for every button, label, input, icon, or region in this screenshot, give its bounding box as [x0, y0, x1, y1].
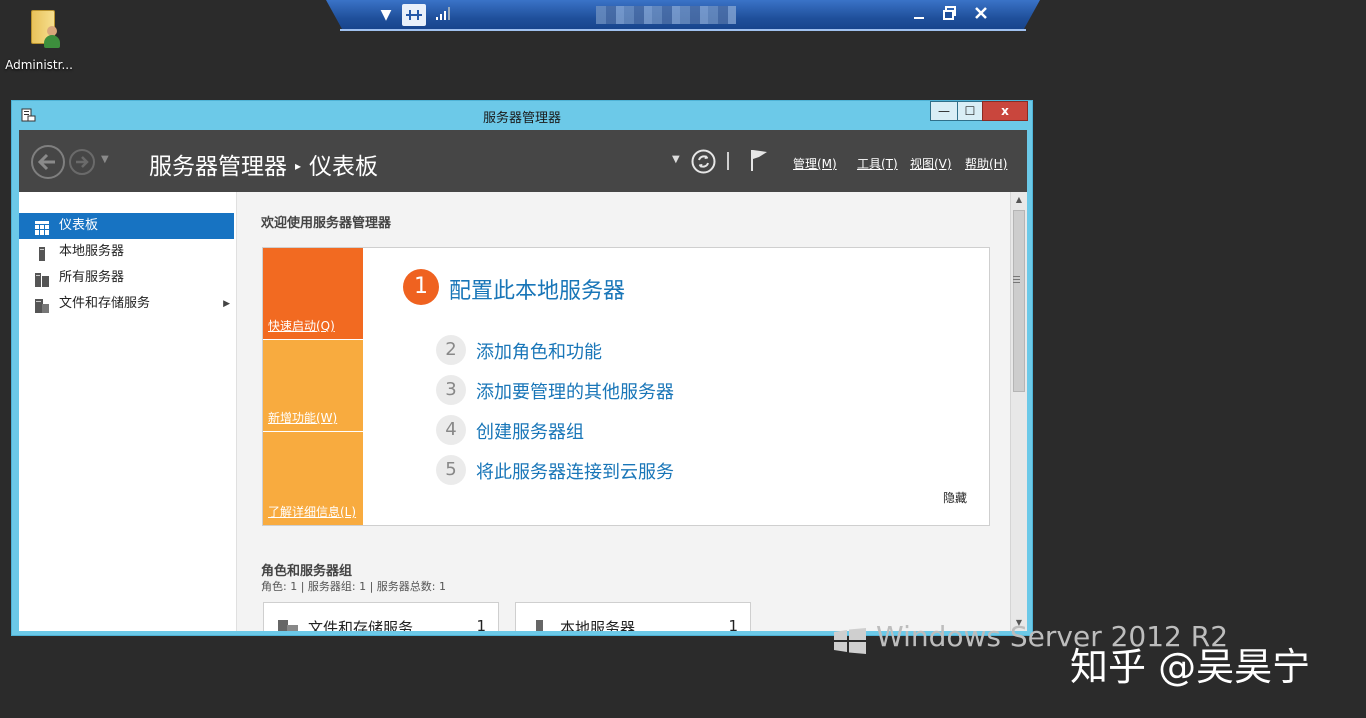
refresh-dropdown-icon[interactable]: ▼: [672, 154, 680, 165]
sidebar-item-file-storage[interactable]: 文件和存储服务 ▶: [19, 291, 234, 317]
breadcrumb-root[interactable]: 服务器管理器: [149, 154, 287, 180]
window-client-area: ▼ 服务器管理器 ▸ 仪表板 ▼ 管理(M) 工具(T) 视图(V) 帮助(H): [19, 130, 1027, 631]
restore-icon[interactable]: [940, 5, 960, 25]
sidebar-item-local-server[interactable]: 本地服务器: [19, 239, 234, 265]
history-dropdown-icon[interactable]: ▼: [101, 154, 109, 165]
header-separator: [727, 152, 729, 170]
storage-icon: [35, 297, 49, 313]
scroll-grip-icon: [1013, 276, 1020, 283]
tile-whats-new[interactable]: 新增功能(W): [263, 340, 363, 431]
card-count: 1: [728, 617, 738, 631]
servers-icon: [35, 271, 49, 287]
forward-arrow-icon[interactable]: [69, 149, 95, 175]
tile-learn-more[interactable]: 了解详细信息(L): [263, 432, 363, 525]
welcome-title: 欢迎使用服务器管理器: [261, 216, 392, 231]
tile-label: 了解详细信息(L): [268, 505, 357, 519]
tile-quick-start[interactable]: 快速启动(Q): [263, 248, 363, 339]
signal-icon[interactable]: [434, 5, 452, 25]
step-connect-cloud[interactable]: 将此服务器连接到云服务: [476, 458, 674, 484]
hide-link[interactable]: 隐藏: [943, 489, 967, 506]
windows-logo-icon: [834, 628, 866, 654]
expand-arrow-icon[interactable]: ▶: [223, 291, 230, 317]
roles-summary: 角色: 1 | 服务器组: 1 | 服务器总数: 1: [261, 580, 447, 593]
vertical-scrollbar[interactable]: ▲ ▼: [1010, 192, 1027, 631]
step-number: 3: [436, 375, 466, 405]
server-icon: [530, 619, 550, 631]
close-icon[interactable]: [971, 5, 991, 25]
step-number: 2: [436, 335, 466, 365]
step-create-server-group[interactable]: 创建服务器组: [476, 418, 584, 444]
sidebar-item-all-servers[interactable]: 所有服务器: [19, 265, 234, 291]
pin-icon[interactable]: [402, 4, 426, 26]
minimize-icon[interactable]: [910, 5, 928, 25]
step-configure-local-server[interactable]: 配置此本地服务器: [449, 273, 625, 305]
menu-manage[interactable]: 管理(M): [793, 155, 837, 172]
card-title: 本地服务器: [560, 619, 636, 631]
step-add-other-servers[interactable]: 添加要管理的其他服务器: [476, 378, 674, 404]
step-number: 1: [403, 269, 439, 305]
zhihu-watermark: 知乎 @吴昊宁: [1070, 645, 1311, 689]
connection-title-redacted: [596, 6, 736, 24]
window-title: 服务器管理器: [482, 111, 561, 126]
menu-tools[interactable]: 工具(T): [857, 155, 898, 172]
breadcrumb-separator: ▸: [295, 159, 302, 173]
storage-icon: [278, 619, 298, 631]
remote-desktop-bar: ▼: [326, 0, 1040, 31]
sidebar: 仪表板 本地服务器 所有服务器 文件和存储服务 ▶: [19, 192, 237, 631]
scroll-up-icon[interactable]: ▲: [1013, 194, 1025, 206]
server-icon: [35, 245, 49, 261]
step-add-roles-features[interactable]: 添加角色和功能: [476, 338, 602, 364]
desktop-icon-label: Administr...: [5, 58, 73, 72]
roles-section-title: 角色和服务器组: [261, 564, 353, 579]
window-titlebar[interactable]: 服务器管理器 — ☐ x: [12, 101, 1032, 129]
role-card-file-storage[interactable]: 文件和存储服务 1: [263, 602, 499, 631]
server-manager-window: 服务器管理器 — ☐ x ▼ 服务器管理器 ▸ 仪表板 ▼ 管理(M) 工具(T…: [11, 100, 1033, 636]
tile-label: 快速启动(Q): [268, 319, 335, 333]
scroll-thumb[interactable]: [1013, 210, 1025, 392]
step-number: 5: [436, 455, 466, 485]
sidebar-item-label: 所有服务器: [59, 270, 125, 285]
tile-label: 新增功能(W): [268, 411, 338, 425]
quick-start-panel: 快速启动(Q) 新增功能(W) 了解详细信息(L) 1 配置此本地服务器 2 添…: [262, 247, 990, 526]
back-arrow-icon[interactable]: [31, 145, 65, 179]
window-minimize-button[interactable]: —: [930, 101, 958, 121]
breadcrumb-current: 仪表板: [309, 154, 379, 180]
notifications-flag-icon[interactable]: [749, 148, 769, 172]
sidebar-item-label: 文件和存储服务: [59, 296, 151, 311]
role-card-local-server[interactable]: 本地服务器 1: [515, 602, 751, 631]
user-folder-icon: [21, 6, 60, 50]
sidebar-item-dashboard[interactable]: 仪表板: [19, 213, 234, 239]
sidebar-item-label: 仪表板: [59, 218, 99, 233]
card-count: 1: [476, 617, 486, 631]
refresh-icon[interactable]: [691, 149, 716, 174]
desktop-icon-administrator[interactable]: Administr...: [4, 6, 74, 72]
dashboard-content: 欢迎使用服务器管理器 快速启动(Q) 新增功能(W) 了解详细信息(L) 1 配…: [237, 192, 1010, 631]
window-close-button[interactable]: x: [982, 101, 1028, 121]
step-number: 4: [436, 415, 466, 445]
menu-help[interactable]: 帮助(H): [965, 155, 1007, 172]
window-maximize-button[interactable]: ☐: [957, 101, 983, 121]
dashboard-icon: [35, 219, 49, 235]
menu-view[interactable]: 视图(V): [910, 155, 952, 172]
breadcrumb: 服务器管理器 ▸ 仪表板: [149, 147, 378, 181]
header-bar: ▼ 服务器管理器 ▸ 仪表板 ▼ 管理(M) 工具(T) 视图(V) 帮助(H): [19, 130, 1027, 192]
card-title: 文件和存储服务: [308, 619, 414, 631]
chevron-down-icon[interactable]: ▼: [376, 5, 396, 25]
sidebar-item-label: 本地服务器: [59, 244, 125, 259]
